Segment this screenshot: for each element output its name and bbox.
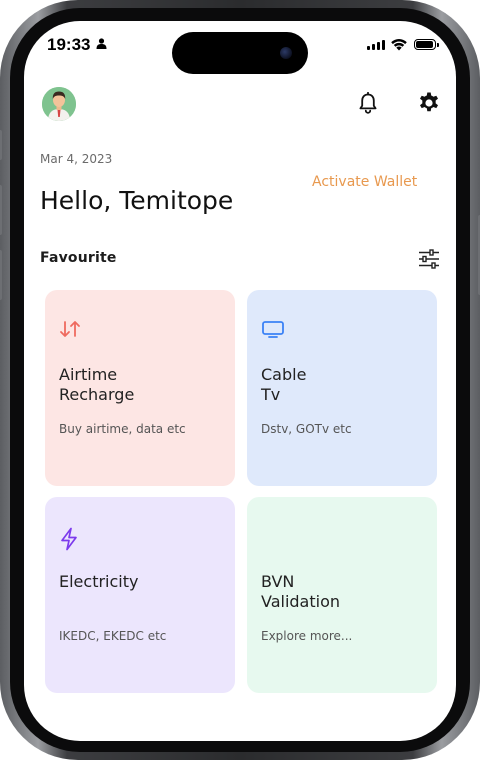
card-subtitle: Explore more... [261,629,353,643]
electricity-card[interactable]: Electricity IKEDC, EKEDC etc [45,497,235,693]
person-status-icon [96,38,107,49]
card-title: Electricity [59,572,139,591]
status-time: 19:33 [47,35,91,54]
dynamic-island [172,32,308,74]
action-button [0,130,2,160]
card-subtitle: Dstv, GOTv etc [261,422,352,436]
tv-icon [262,321,284,338]
user-avatar[interactable] [42,87,76,121]
bvn-validation-card[interactable]: BVN Validation Explore more... [247,497,437,693]
swap-arrows-icon [60,321,80,337]
card-title: Cable Tv [261,365,307,404]
card-title: BVN Validation [261,572,341,611]
sliders-icon[interactable] [418,249,440,269]
airtime-recharge-card[interactable]: Airtime Recharge Buy airtime, data etc [45,290,235,486]
card-subtitle: Buy airtime, data etc [59,422,186,436]
gear-icon[interactable] [417,91,441,115]
volume-down-button [0,250,2,300]
card-subtitle: IKEDC, EKEDC etc [59,629,167,643]
activate-wallet-link[interactable]: Activate Wallet [312,174,417,190]
wifi-icon [391,39,407,51]
card-title: Airtime Recharge [59,365,135,404]
cable-tv-card[interactable]: Cable Tv Dstv, GOTv etc [247,290,437,486]
favourite-section-title: Favourite [40,250,117,266]
lightning-icon [61,527,77,551]
camera-icon [280,47,292,59]
volume-up-button [0,185,2,235]
current-date: Mar 4, 2023 [40,152,113,166]
screen: 19:33 Mar 4, 2023 Activate Wallet Hello,… [24,21,456,741]
greeting-title: Hello, Temitope [40,186,234,215]
cellular-signal-icon [367,40,385,50]
battery-icon [414,39,439,50]
avatar-person-icon [42,87,76,121]
bell-icon[interactable] [358,92,378,114]
